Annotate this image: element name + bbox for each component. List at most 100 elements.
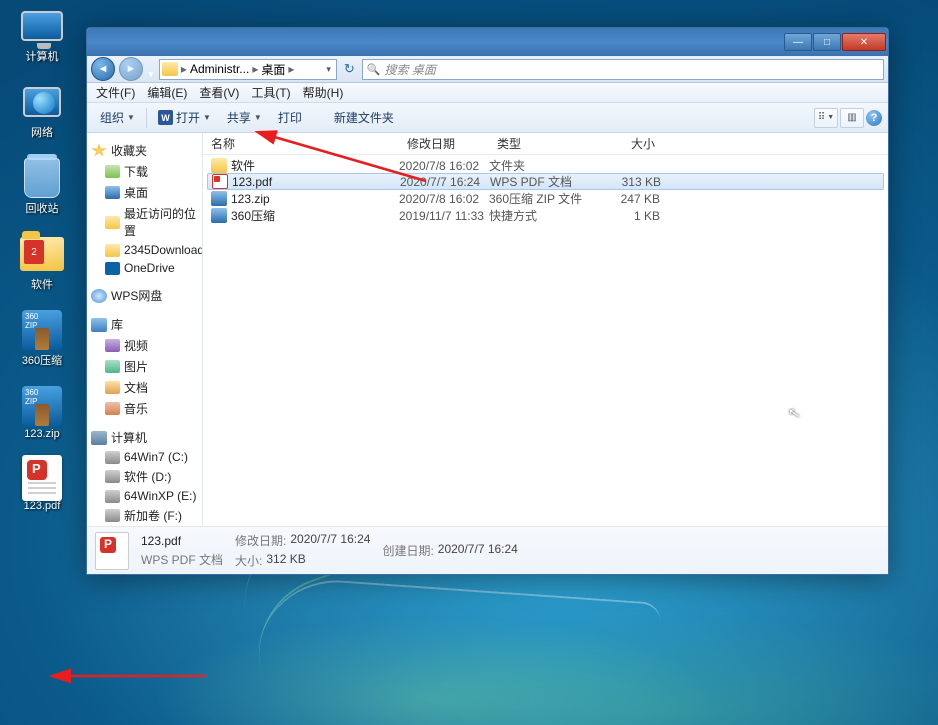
nav-history-dropdown[interactable]: ▼ [147,70,155,79]
file-size: 313 KB [593,175,661,189]
file-list-pane[interactable]: 名称 修改日期 类型 大小 软件2020/7/8 16:02文件夹123.pdf… [203,133,888,526]
preview-pane-button[interactable]: ▥ [840,108,864,128]
nav-libraries[interactable]: 库 [87,314,202,335]
pictures-icon [105,360,120,373]
window-titlebar[interactable]: — □ ✕ [87,28,888,56]
minimize-button[interactable]: — [784,33,812,51]
wps-icon: W [158,110,173,125]
file-row[interactable]: 123.zip2020/7/8 16:02360压缩 ZIP 文件247 KB [203,190,888,207]
search-input[interactable]: 搜索 桌面 [362,59,884,80]
file-row[interactable]: 123.pdf2020/7/7 16:24WPS PDF 文档313 KB [207,173,884,190]
nav-drive-d[interactable]: 软件 (D:) [87,466,202,487]
desktop-icon-123zip[interactable]: 360ZIP 123.zip [6,386,78,440]
details-size-key: 大小: [235,552,262,569]
details-pdf-icon [95,532,129,570]
nav-recent[interactable]: 最近访问的位置 [87,203,202,241]
file-type-icon [211,208,227,223]
desktop-icon-computer[interactable]: 计算机 [6,6,78,64]
file-name: 软件 [231,157,399,174]
drive-icon [105,509,120,522]
column-type[interactable]: 类型 [489,135,592,152]
desktop-icon-label: 123.zip [24,428,59,440]
column-name[interactable]: 名称 [203,135,399,152]
details-size-val: 312 KB [266,552,305,569]
nav-favorites[interactable]: 收藏夹 [87,140,202,161]
maximize-button[interactable]: □ [813,33,841,51]
details-mdate-val: 2020/7/7 16:24 [290,532,370,549]
toolbar-organize[interactable]: 组织▼ [93,106,142,129]
desktop-icon [105,186,120,199]
column-date[interactable]: 修改日期 [399,135,489,152]
nav-drive-e[interactable]: 64WinXP (E:) [87,487,202,505]
nav-back-button[interactable]: ◄ [91,57,115,81]
nav-music[interactable]: 音乐 [87,398,202,419]
search-placeholder: 搜索 桌面 [385,61,436,78]
nav-documents[interactable]: 文档 [87,377,202,398]
network-icon [23,87,61,117]
nav-downloads[interactable]: 下载 [87,161,202,182]
nav-drive-f[interactable]: 新加卷 (F:) [87,505,202,526]
file-list[interactable]: 软件2020/7/8 16:02文件夹123.pdf2020/7/7 16:24… [203,155,888,526]
nav-2345downloads[interactable]: 2345Downloads [87,241,202,259]
file-type: 360压缩 ZIP 文件 [489,190,592,207]
desktop[interactable]: 计算机 网络 回收站 2 软件 360ZIP 360压缩 360ZIP 123.… [0,0,938,725]
toolbar-open[interactable]: W打开▼ [151,106,218,129]
nav-desktop[interactable]: 桌面 [87,182,202,203]
nav-forward-button[interactable]: ► [119,57,143,81]
close-button[interactable]: ✕ [842,33,886,51]
toolbar-new-folder[interactable] [311,115,325,121]
column-size[interactable]: 大小 [592,135,664,152]
desktop-icon-123pdf[interactable]: 123.pdf [6,458,78,512]
toolbar: 组织▼ W打开▼ 共享▼ 打印 新建文件夹 ⠿ ▼ ▥ ? [87,103,888,133]
desktop-icon-label: 软件 [31,276,53,292]
nav-onedrive[interactable]: OneDrive [87,259,202,277]
toolbar-print[interactable]: 打印 [271,106,309,129]
desktop-icon-software-folder[interactable]: 2 软件 [6,234,78,292]
desktop-icon-label: 123.pdf [24,500,61,512]
help-button[interactable]: ? [866,110,882,126]
video-icon [105,339,120,352]
file-type-icon [212,174,228,189]
details-cdate-val: 2020/7/7 16:24 [438,542,518,559]
breadcrumb-user[interactable]: Administr... [190,62,249,76]
desktop-icon-network[interactable]: 网络 [6,82,78,140]
address-dropdown[interactable]: ▾ [323,64,334,75]
nav-pictures[interactable]: 图片 [87,356,202,377]
file-name: 123.zip [231,192,399,206]
nav-drive-c[interactable]: 64Win7 (C:) [87,448,202,466]
desktop-icon-recycle-bin[interactable]: 回收站 [6,158,78,216]
explorer-window[interactable]: — □ ✕ ◄ ► ▼ ▸ Administr... ▸ 桌面 ▸ ▾ ↻ 搜索… [86,27,889,575]
nav-video[interactable]: 视频 [87,335,202,356]
file-name: 360压缩 [231,207,399,224]
menu-help[interactable]: 帮助(H) [298,82,349,103]
zip-file-icon: 360ZIP [22,386,62,426]
file-type: 快捷方式 [489,207,592,224]
annotation-arrow [56,656,216,699]
file-type-icon [211,158,227,173]
folder-icon: 2 [20,237,64,271]
toolbar-share[interactable]: 共享▼ [220,106,269,129]
breadcrumb-sep: ▸ [252,62,258,76]
menu-view[interactable]: 查看(V) [194,82,244,103]
breadcrumb-folder[interactable]: 桌面 [261,61,285,78]
menu-edit[interactable]: 编辑(E) [142,82,192,103]
breadcrumb-sep: ▸ [181,62,187,76]
menu-file[interactable]: 文件(F) [91,82,140,103]
toolbar-new-folder[interactable]: 新建文件夹 [327,106,401,129]
menu-tools[interactable]: 工具(T) [246,82,295,103]
desktop-icon-360zip[interactable]: 360ZIP 360压缩 [6,310,78,368]
address-bar[interactable]: ▸ Administr... ▸ 桌面 ▸ ▾ [159,59,337,80]
view-options-button[interactable]: ⠿ ▼ [814,108,838,128]
file-date: 2020/7/8 16:02 [399,192,489,206]
file-row[interactable]: 软件2020/7/8 16:02文件夹 [203,157,888,174]
desktop-icon-label: 回收站 [26,200,59,216]
drive-icon [105,490,120,503]
breadcrumb-sep: ▸ [288,62,294,76]
navigation-pane[interactable]: 收藏夹 下载 桌面 最近访问的位置 2345Downloads OneDrive… [87,133,203,526]
nav-computer[interactable]: 计算机 [87,427,202,448]
file-date: 2020/7/8 16:02 [399,159,489,173]
file-row[interactable]: 360压缩2019/11/7 11:33快捷方式1 KB [203,207,888,224]
documents-icon [105,381,120,394]
nav-wps[interactable]: WPS网盘 [87,285,202,306]
refresh-button[interactable]: ↻ [341,61,358,77]
